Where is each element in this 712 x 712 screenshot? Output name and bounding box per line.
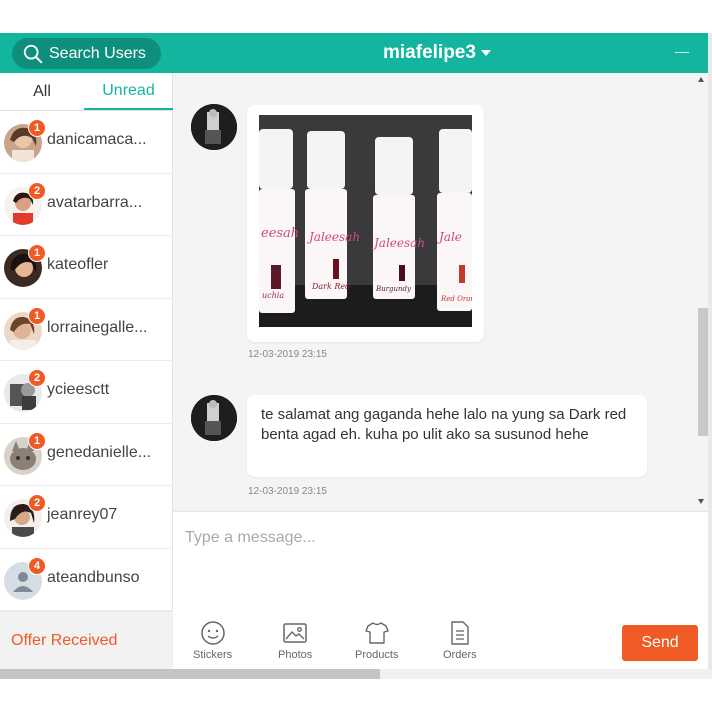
minimize-icon[interactable] bbox=[675, 52, 689, 53]
svg-text:eesah: eesah bbox=[261, 226, 299, 241]
chat-title: miafelipe3 bbox=[383, 42, 476, 63]
svg-text:Jale: Jale bbox=[436, 230, 462, 244]
horizontal-scrollbar-thumb[interactable] bbox=[0, 669, 380, 679]
chat-header: miafelipe3 bbox=[173, 33, 712, 73]
message-input[interactable] bbox=[185, 526, 695, 550]
text-message-bubble: te salamat ang gaganda hehe lalo na yung… bbox=[247, 395, 647, 477]
photos-button[interactable]: Photos bbox=[278, 620, 312, 661]
product-label-shade: Red Orange bbox=[440, 295, 472, 303]
user-name: ateandbunso bbox=[47, 568, 140, 586]
product-photo[interactable]: eesah uchia Jaleesah Dark Red Jaleesah B… bbox=[259, 115, 472, 327]
scrollbar-thumb[interactable] bbox=[698, 308, 708, 436]
message-list: eesah uchia Jaleesah Dark Red Jaleesah B… bbox=[173, 73, 712, 511]
offer-received-link[interactable]: Offer Received bbox=[0, 611, 173, 669]
sidebar-header: Search Users bbox=[0, 33, 173, 73]
stickers-button[interactable]: Stickers bbox=[193, 620, 232, 661]
user-name: avatarbarra... bbox=[47, 193, 143, 211]
shirt-icon bbox=[365, 622, 389, 644]
products-button[interactable]: Products bbox=[355, 620, 398, 661]
message-scrollbar[interactable] bbox=[696, 73, 708, 511]
search-users-label: Search Users bbox=[49, 44, 146, 62]
svg-text:Jaleesah: Jaleesah bbox=[371, 236, 425, 250]
unread-badge: 1 bbox=[28, 119, 46, 137]
unread-badge: 4 bbox=[28, 556, 46, 575]
list-item[interactable]: 4 ateandbunso bbox=[0, 549, 173, 611]
message-timestamp: 12-03-2019 23:15 bbox=[248, 486, 327, 497]
user-name: kateofler bbox=[47, 256, 109, 273]
photos-label: Photos bbox=[278, 649, 313, 661]
orders-label: Orders bbox=[443, 649, 477, 661]
orders-button[interactable]: Orders bbox=[443, 620, 477, 661]
list-item[interactable]: 2 jeanrey07 bbox=[0, 486, 173, 549]
list-item[interactable]: 1 lorrainegalle... bbox=[0, 299, 173, 361]
unread-badge: 2 bbox=[28, 181, 46, 200]
user-list: 1 danicamaca... 2 avatarbarra... 1 kateo… bbox=[0, 111, 173, 611]
list-item[interactable]: 1 kateofler bbox=[0, 236, 173, 299]
unread-badge: 2 bbox=[28, 369, 46, 387]
list-item[interactable]: 2 ycieesctt bbox=[0, 361, 173, 424]
list-item[interactable]: 1 danicamaca... bbox=[0, 111, 173, 174]
sender-avatar bbox=[191, 104, 237, 150]
chat-window: Search Users All Unread 1 danicamaca... … bbox=[0, 0, 712, 712]
user-name: lorrainegalle... bbox=[47, 318, 148, 336]
product-label-shade: Burgundy bbox=[375, 285, 412, 293]
document-icon bbox=[451, 621, 469, 645]
user-name: danicamaca... bbox=[47, 131, 147, 148]
list-item[interactable]: 2 avatarbarra... bbox=[0, 174, 173, 236]
list-item[interactable]: 1 genedanielle... bbox=[0, 424, 173, 486]
tab-unread[interactable]: Unread bbox=[84, 73, 173, 110]
scroll-down-arrow-icon[interactable] bbox=[698, 499, 704, 504]
products-label: Products bbox=[355, 649, 399, 661]
product-label-shade: Dark Red bbox=[311, 282, 350, 291]
smiley-icon bbox=[200, 621, 225, 645]
send-button[interactable]: Send bbox=[622, 625, 698, 661]
user-name: genedanielle... bbox=[47, 443, 152, 461]
sender-avatar bbox=[191, 395, 237, 441]
scroll-up-arrow-icon[interactable] bbox=[698, 77, 704, 82]
message-timestamp: 12-03-2019 23:15 bbox=[248, 349, 327, 360]
user-sidebar: Search Users All Unread 1 danicamaca... … bbox=[0, 33, 173, 669]
user-name: ycieesctt bbox=[47, 381, 110, 398]
svg-text:uchia: uchia bbox=[262, 291, 284, 300]
search-users-button[interactable]: Search Users bbox=[12, 38, 161, 69]
product-label-brand: Jaleesah bbox=[306, 230, 360, 244]
image-message-bubble[interactable]: eesah uchia Jaleesah Dark Red Jaleesah B… bbox=[247, 105, 484, 342]
tab-all[interactable]: All bbox=[0, 73, 84, 110]
caret-down-icon bbox=[480, 50, 491, 56]
user-name: jeanrey07 bbox=[47, 506, 118, 523]
search-icon bbox=[23, 44, 43, 63]
filter-tabs: All Unread bbox=[0, 73, 173, 111]
unread-badge: 1 bbox=[28, 306, 46, 325]
unread-badge: 1 bbox=[28, 431, 46, 450]
window-edge bbox=[708, 33, 712, 669]
stickers-label: Stickers bbox=[193, 649, 233, 661]
chat-title-dropdown[interactable]: miafelipe3 bbox=[383, 42, 491, 64]
unread-badge: 2 bbox=[28, 494, 46, 512]
composer: Stickers Photos Products Orders bbox=[173, 511, 712, 669]
unread-badge: 1 bbox=[28, 244, 46, 262]
horizontal-scrollbar[interactable] bbox=[0, 669, 712, 679]
image-icon bbox=[283, 623, 307, 643]
